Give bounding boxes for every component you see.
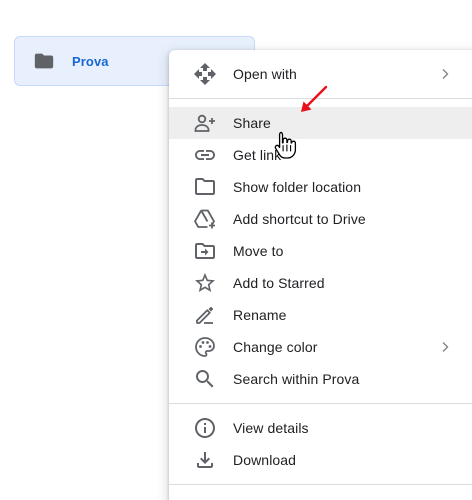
menu-item-label: Show folder location <box>233 179 362 195</box>
person-add-icon <box>193 111 217 135</box>
menu-divider <box>169 403 472 404</box>
menu-item-change-color[interactable]: Change color <box>169 331 472 363</box>
menu-item-label: Open with <box>233 66 297 82</box>
menu-item-share[interactable]: Share <box>169 107 472 139</box>
menu-item-get-link[interactable]: Get link <box>169 139 472 171</box>
menu-item-move-to[interactable]: Move to <box>169 235 472 267</box>
menu-item-label: Get link <box>233 147 282 163</box>
menu-item-label: Add to Starred <box>233 275 325 291</box>
menu-divider <box>169 484 472 485</box>
chevron-right-icon <box>442 69 449 79</box>
search-icon <box>193 367 217 391</box>
menu-item-rename[interactable]: Rename <box>169 299 472 331</box>
drive-shortcut-icon <box>193 207 217 231</box>
folder-name: Prova <box>72 53 109 69</box>
menu-item-open-with[interactable]: Open with <box>169 58 472 90</box>
menu-divider <box>169 98 472 99</box>
open-with-icon <box>193 62 217 86</box>
menu-item-add-shortcut[interactable]: Add shortcut to Drive <box>169 203 472 235</box>
menu-item-view-details[interactable]: View details <box>169 412 472 444</box>
menu-item-label: Search within Prova <box>233 371 360 387</box>
link-icon <box>193 143 217 167</box>
menu-item-show-folder-location[interactable]: Show folder location <box>169 171 472 203</box>
context-menu: Open with Share Get link Show folder loc… <box>169 50 472 500</box>
menu-item-download[interactable]: Download <box>169 444 472 476</box>
menu-item-label: Download <box>233 452 297 468</box>
folder-icon <box>33 50 55 72</box>
menu-item-search-within[interactable]: Search within Prova <box>169 363 472 395</box>
folder-outline-icon <box>193 175 217 199</box>
menu-item-add-to-starred[interactable]: Add to Starred <box>169 267 472 299</box>
drive-view: Prova Open with Share Get link Show fold… <box>0 0 472 500</box>
menu-item-label: Change color <box>233 339 318 355</box>
star-outline-icon <box>193 271 217 295</box>
pencil-icon <box>193 303 217 327</box>
menu-item-label: View details <box>233 420 309 436</box>
chevron-right-icon <box>442 342 449 352</box>
menu-item-label: Rename <box>233 307 287 323</box>
move-to-icon <box>193 239 217 263</box>
download-icon <box>193 448 217 472</box>
menu-item-label: Share <box>233 115 271 131</box>
menu-item-label: Move to <box>233 243 284 259</box>
menu-item-label: Add shortcut to Drive <box>233 211 366 227</box>
info-icon <box>193 416 217 440</box>
palette-icon <box>193 335 217 359</box>
